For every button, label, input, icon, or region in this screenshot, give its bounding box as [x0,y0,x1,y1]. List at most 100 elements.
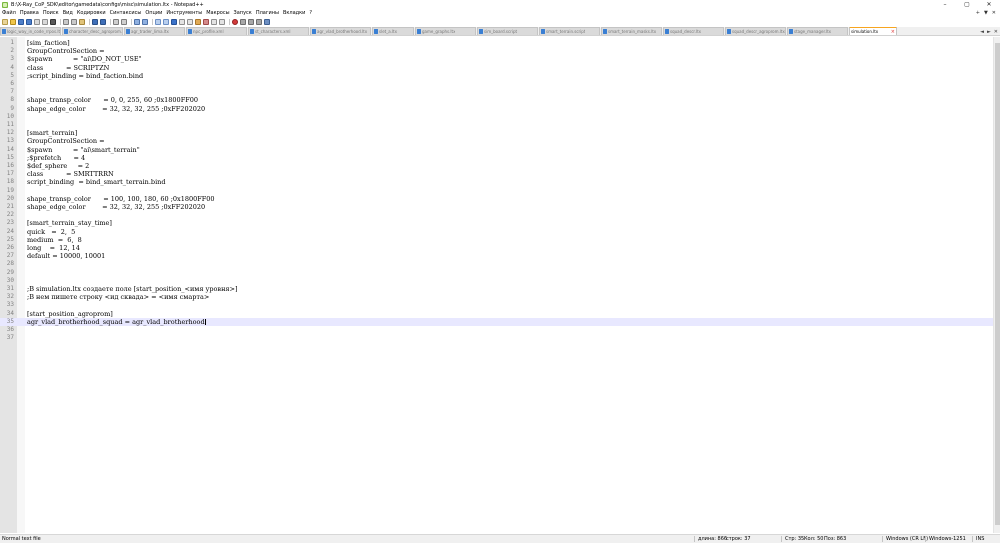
close-tab-icon[interactable]: × [891,29,895,35]
close-all-icon[interactable] [42,18,48,25]
tab-squad-descr-agroprom[interactable]: squad_descr_agroprom.ltx [725,27,786,35]
indent-guide-icon[interactable] [187,18,193,25]
save-icon[interactable] [18,18,24,25]
close-button[interactable]: ✕ [978,0,1000,9]
folder-workspace-icon[interactable] [219,18,225,25]
code-line[interactable]: 20 shape_transp_color = 100, 100, 180, 60… [0,195,993,203]
code-line[interactable]: 34 [start_position_agroprom] [0,310,993,318]
code-line[interactable]: 35 agr_vlad_brotherhood_squad = agr_vlad_… [0,317,993,326]
code-line[interactable]: 1 [sim_faction] [0,39,993,47]
tab-npc-profile[interactable]: npc_profile.xml [186,27,247,35]
open-file-icon[interactable] [10,18,16,25]
close-active-tab-icon[interactable]: ✕ [994,29,998,35]
print-icon[interactable] [50,18,56,25]
function-list-icon[interactable] [211,18,217,25]
code-line[interactable]: 16 $def_sphere = 2 [0,162,993,170]
code-line[interactable]: 21 shape_edge_color = 32, 32, 32, 255 ;0x… [0,203,993,211]
user-language-icon[interactable] [195,18,201,25]
tab-logic-way[interactable]: logic_way_in_code_rrpos.ltx [0,27,61,35]
play-macro-icon[interactable] [248,18,254,25]
code-line[interactable]: 7 [0,88,993,96]
minimize-button[interactable]: – [934,0,956,9]
cut-icon[interactable] [63,18,69,25]
zoom-in-icon[interactable] [134,18,140,25]
show-all-chars-icon[interactable] [179,18,185,25]
code-line[interactable]: 10 [0,113,993,121]
vertical-scrollbar[interactable] [993,37,1000,533]
code-line[interactable]: 4 class = SCRIPTZN [0,64,993,72]
new-file-icon[interactable] [2,18,8,25]
tab-simulation-active[interactable]: simulation.ltx × [849,27,897,35]
add-tab-icon[interactable]: + [976,10,980,16]
code-line[interactable]: 3 $spawn = "ai\DO_NOT_USE" [0,55,993,63]
word-wrap-icon[interactable] [171,18,177,25]
menu-language[interactable]: Синтаксисы [108,10,144,16]
tab-scroll-right-icon[interactable]: ► [987,29,991,35]
tab-slet-a[interactable]: slet_a.ltx [372,27,414,35]
code-line[interactable]: 22 [0,211,993,219]
menu-encoding[interactable]: Кодировки [75,10,108,16]
menu-view[interactable]: Вид [61,10,75,16]
code-line[interactable]: 5 ;script_binding = bind_faction.bind [0,72,993,80]
tab-stage-manager[interactable]: stage_manager.ltx [787,27,848,35]
scrollbar-thumb[interactable] [995,43,1000,525]
code-line[interactable]: 12 [smart_terrain] [0,129,993,137]
code-line[interactable]: 15 ;$prefetch = 4 [0,154,993,162]
maximize-button[interactable]: ▢ [956,0,978,9]
menu-tools[interactable]: Инструменты [164,10,204,16]
code-line[interactable]: 6 [0,80,993,88]
menu-help[interactable]: ? [307,10,314,16]
sync-horizontal-icon[interactable] [163,18,169,25]
sync-vertical-icon[interactable] [155,18,161,25]
tab-smart-terrain-masks[interactable]: smart_terrain_masks.ltx [601,27,662,35]
code-line[interactable]: 25 medium = 6, 8 [0,236,993,244]
tab-game-graphs[interactable]: game_graphs.ltx [415,27,476,35]
code-line[interactable]: 13 GroupControlSection = [0,137,993,145]
tab-sim-board[interactable]: sim_board.script [477,27,538,35]
menu-run[interactable]: Запуск [232,10,254,16]
tab-smart-terrain-script[interactable]: smart_terrain.script [539,27,600,35]
code-line[interactable]: 19 [0,187,993,195]
save-macro-icon[interactable] [264,18,270,25]
redo-icon[interactable] [100,18,106,25]
tab-character-desc-agroprom[interactable]: character_desc_agroprom.xml [62,27,123,35]
code-line[interactable]: 9 shape_edge_color = 32, 32, 32, 255 ;0xF… [0,105,993,113]
undo-icon[interactable] [92,18,98,25]
code-line[interactable]: 29 [0,269,993,277]
menu-edit[interactable]: Правка [18,10,41,16]
code-line[interactable]: 26 long = 12, 14 [0,244,993,252]
code-line[interactable]: 27 default = 10000, 10001 [0,252,993,260]
tab-list-icon[interactable]: ▼ [984,10,988,16]
code-line[interactable]: 17 class = SMRTTRRN [0,170,993,178]
tab-scroll-left-icon[interactable]: ◄ [980,29,984,35]
copy-icon[interactable] [71,18,77,25]
code-line[interactable]: 30 [0,277,993,285]
code-line[interactable]: 37 [0,334,993,342]
editor-area[interactable]: 1 [sim_faction] 2 GroupControlSection = 3 $sp… [0,37,993,533]
code-line[interactable]: 11 [0,121,993,129]
code-line[interactable]: 32 ;В нем пишете строку <ид сквада> = <им… [0,293,993,301]
menu-macro[interactable]: Макросы [204,10,231,16]
code-line[interactable]: 33 [0,301,993,309]
play-macro-multiple-icon[interactable] [256,18,262,25]
code-line[interactable]: 18 script_binding = bind_smart_terrain.bi… [0,178,993,186]
tab-agr-trader-lima[interactable]: agr_trader_lima.ltx [124,27,185,35]
tab-squad-descr[interactable]: squad_descr.ltx [663,27,724,35]
code-line[interactable]: 28 [0,260,993,268]
code-line[interactable]: 23 [smart_terrain_stay_time] [0,219,993,227]
tab-agr-vlad-brotherhood[interactable]: agr_vlad_brotherhood.ltx [310,27,371,35]
tab-st-characters[interactable]: st_characters.xml [248,27,309,35]
paste-icon[interactable] [79,18,85,25]
menu-file[interactable]: Файл [0,10,18,16]
code-line[interactable]: 14 $spawn = "ai\smart_terrain" [0,146,993,154]
doc-map-icon[interactable] [203,18,209,25]
code-line[interactable]: 36 [0,326,993,334]
menu-settings[interactable]: Опции [143,10,164,16]
code-line[interactable]: 2 GroupControlSection = [0,47,993,55]
zoom-out-icon[interactable] [142,18,148,25]
menu-search[interactable]: Поиск [41,10,61,16]
find-icon[interactable] [113,18,119,25]
menu-plugins[interactable]: Плагины [254,10,281,16]
menu-window[interactable]: Вкладки [281,10,307,16]
code-line[interactable]: 24 quick = 2, 5 [0,228,993,236]
